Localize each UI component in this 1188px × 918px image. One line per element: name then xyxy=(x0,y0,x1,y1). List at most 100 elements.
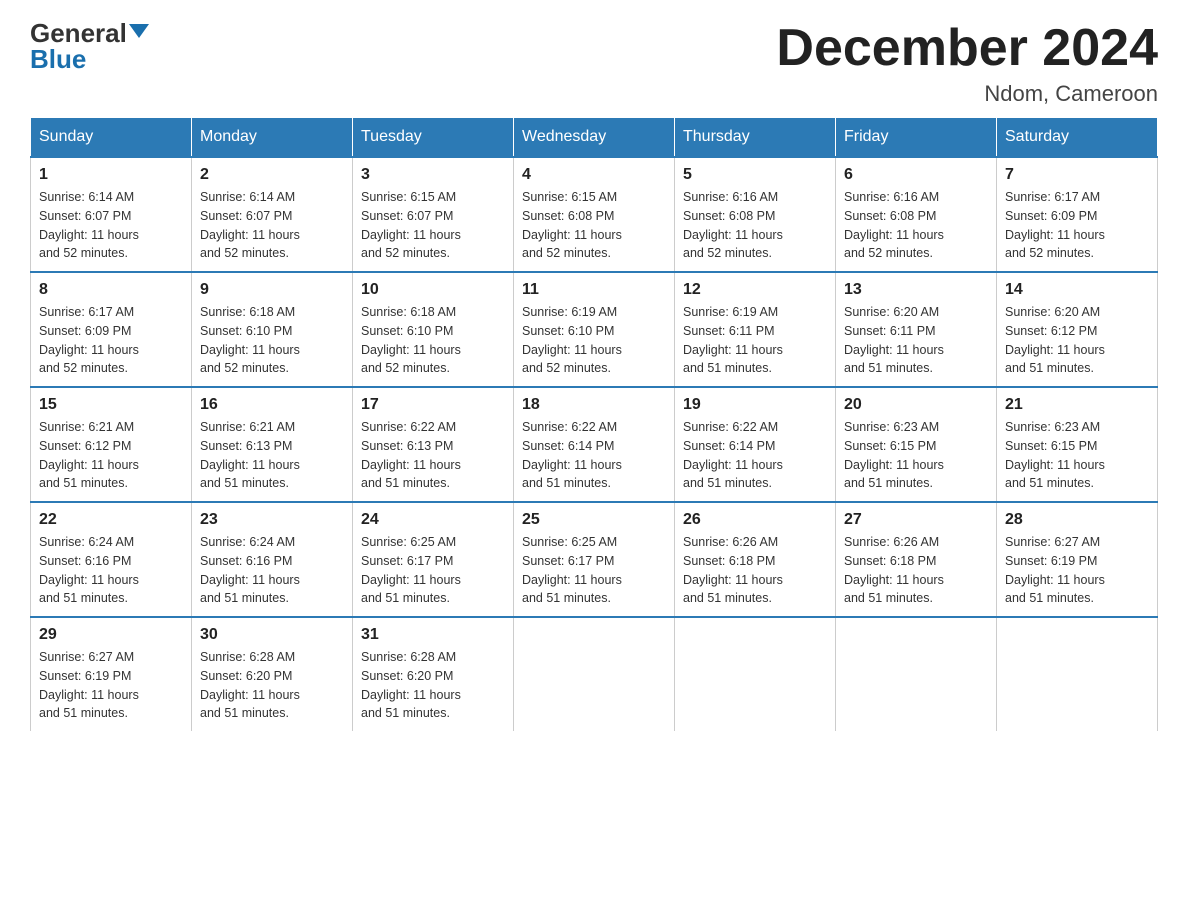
day-number: 12 xyxy=(683,281,827,299)
day-info: Sunrise: 6:19 AM Sunset: 6:11 PM Dayligh… xyxy=(683,303,827,378)
day-number: 9 xyxy=(200,281,344,299)
day-number: 25 xyxy=(522,511,666,529)
day-number: 1 xyxy=(39,166,183,184)
day-number: 13 xyxy=(844,281,988,299)
logo: General Blue xyxy=(30,20,149,73)
table-row: 8 Sunrise: 6:17 AM Sunset: 6:09 PM Daylig… xyxy=(31,272,192,387)
table-row: 21 Sunrise: 6:23 AM Sunset: 6:15 PM Dayli… xyxy=(997,387,1158,502)
day-number: 24 xyxy=(361,511,505,529)
day-info: Sunrise: 6:22 AM Sunset: 6:14 PM Dayligh… xyxy=(683,418,827,493)
table-row: 6 Sunrise: 6:16 AM Sunset: 6:08 PM Daylig… xyxy=(836,157,997,272)
day-number: 8 xyxy=(39,281,183,299)
day-info: Sunrise: 6:23 AM Sunset: 6:15 PM Dayligh… xyxy=(1005,418,1149,493)
calendar-week-row: 22 Sunrise: 6:24 AM Sunset: 6:16 PM Dayli… xyxy=(31,502,1158,617)
logo-triangle-icon xyxy=(129,24,149,38)
day-info: Sunrise: 6:18 AM Sunset: 6:10 PM Dayligh… xyxy=(200,303,344,378)
table-row: 7 Sunrise: 6:17 AM Sunset: 6:09 PM Daylig… xyxy=(997,157,1158,272)
table-row: 28Sunrise: 6:27 AM Sunset: 6:19 PM Dayli… xyxy=(997,502,1158,617)
day-info: Sunrise: 6:25 AM Sunset: 6:17 PM Dayligh… xyxy=(361,533,505,608)
table-row: 17Sunrise: 6:22 AM Sunset: 6:13 PM Dayli… xyxy=(353,387,514,502)
header-friday: Friday xyxy=(836,118,997,158)
day-number: 29 xyxy=(39,626,183,644)
header-monday: Monday xyxy=(192,118,353,158)
day-info: Sunrise: 6:24 AM Sunset: 6:16 PM Dayligh… xyxy=(39,533,183,608)
table-row: 24 Sunrise: 6:25 AM Sunset: 6:17 PM Dayli… xyxy=(353,502,514,617)
day-info: Sunrise: 6:17 AM Sunset: 6:09 PM Dayligh… xyxy=(1005,188,1149,263)
day-info: Sunrise: 6:14 AM Sunset: 6:07 PM Dayligh… xyxy=(39,188,183,263)
table-row: 25 Sunrise: 6:25 AM Sunset: 6:17 PM Dayli… xyxy=(514,502,675,617)
day-info: Sunrise: 6:28 AM Sunset: 6:20 PM Dayligh… xyxy=(200,648,344,723)
day-number: 30 xyxy=(200,626,344,644)
table-row: 3 Sunrise: 6:15 AM Sunset: 6:07 PM Daylig… xyxy=(353,157,514,272)
day-info: Sunrise: 6:21 AM Sunset: 6:13 PM Dayligh… xyxy=(200,418,344,493)
header-tuesday: Tuesday xyxy=(353,118,514,158)
table-row xyxy=(514,617,675,731)
header-saturday: Saturday xyxy=(997,118,1158,158)
table-row: 13 Sunrise: 6:20 AM Sunset: 6:11 PM Dayli… xyxy=(836,272,997,387)
day-number: 22 xyxy=(39,511,183,529)
day-info: Sunrise: 6:23 AM Sunset: 6:15 PM Dayligh… xyxy=(844,418,988,493)
day-number: 17 xyxy=(361,396,505,414)
table-row: 14 Sunrise: 6:20 AM Sunset: 6:12 PM Dayli… xyxy=(997,272,1158,387)
day-number: 31 xyxy=(361,626,505,644)
day-info: Sunrise: 6:26 AM Sunset: 6:18 PM Dayligh… xyxy=(844,533,988,608)
day-info: Sunrise: 6:20 AM Sunset: 6:11 PM Dayligh… xyxy=(844,303,988,378)
day-info: Sunrise: 6:26 AM Sunset: 6:18 PM Dayligh… xyxy=(683,533,827,608)
table-row: 26Sunrise: 6:26 AM Sunset: 6:18 PM Dayli… xyxy=(675,502,836,617)
day-info: Sunrise: 6:27 AM Sunset: 6:19 PM Dayligh… xyxy=(39,648,183,723)
table-row xyxy=(836,617,997,731)
table-row: 31 Sunrise: 6:28 AM Sunset: 6:20 PM Dayli… xyxy=(353,617,514,731)
table-row: 16 Sunrise: 6:21 AM Sunset: 6:13 PM Dayli… xyxy=(192,387,353,502)
day-number: 3 xyxy=(361,166,505,184)
location: Ndom, Cameroon xyxy=(776,81,1158,107)
calendar-table: Sunday Monday Tuesday Wednesday Thursday… xyxy=(30,117,1158,731)
day-info: Sunrise: 6:19 AM Sunset: 6:10 PM Dayligh… xyxy=(522,303,666,378)
table-row: 15Sunrise: 6:21 AM Sunset: 6:12 PM Dayli… xyxy=(31,387,192,502)
table-row: 22 Sunrise: 6:24 AM Sunset: 6:16 PM Dayli… xyxy=(31,502,192,617)
day-info: Sunrise: 6:24 AM Sunset: 6:16 PM Dayligh… xyxy=(200,533,344,608)
day-info: Sunrise: 6:27 AM Sunset: 6:19 PM Dayligh… xyxy=(1005,533,1149,608)
table-row: 29 Sunrise: 6:27 AM Sunset: 6:19 PM Dayli… xyxy=(31,617,192,731)
day-number: 23 xyxy=(200,511,344,529)
day-info: Sunrise: 6:16 AM Sunset: 6:08 PM Dayligh… xyxy=(844,188,988,263)
table-row: 10Sunrise: 6:18 AM Sunset: 6:10 PM Dayli… xyxy=(353,272,514,387)
day-number: 5 xyxy=(683,166,827,184)
table-row: 18 Sunrise: 6:22 AM Sunset: 6:14 PM Dayli… xyxy=(514,387,675,502)
header-thursday: Thursday xyxy=(675,118,836,158)
day-number: 15 xyxy=(39,396,183,414)
header-sunday: Sunday xyxy=(31,118,192,158)
calendar-week-row: 8 Sunrise: 6:17 AM Sunset: 6:09 PM Daylig… xyxy=(31,272,1158,387)
day-number: 7 xyxy=(1005,166,1149,184)
month-title: December 2024 xyxy=(776,20,1158,77)
day-number: 4 xyxy=(522,166,666,184)
day-number: 16 xyxy=(200,396,344,414)
day-info: Sunrise: 6:22 AM Sunset: 6:14 PM Dayligh… xyxy=(522,418,666,493)
day-info: Sunrise: 6:20 AM Sunset: 6:12 PM Dayligh… xyxy=(1005,303,1149,378)
day-number: 14 xyxy=(1005,281,1149,299)
day-number: 6 xyxy=(844,166,988,184)
day-info: Sunrise: 6:28 AM Sunset: 6:20 PM Dayligh… xyxy=(361,648,505,723)
day-number: 18 xyxy=(522,396,666,414)
table-row: 5Sunrise: 6:16 AM Sunset: 6:08 PM Daylig… xyxy=(675,157,836,272)
day-number: 21 xyxy=(1005,396,1149,414)
calendar-week-row: 1 Sunrise: 6:14 AM Sunset: 6:07 PM Daylig… xyxy=(31,157,1158,272)
day-info: Sunrise: 6:25 AM Sunset: 6:17 PM Dayligh… xyxy=(522,533,666,608)
day-info: Sunrise: 6:17 AM Sunset: 6:09 PM Dayligh… xyxy=(39,303,183,378)
day-number: 10 xyxy=(361,281,505,299)
table-row: 19 Sunrise: 6:22 AM Sunset: 6:14 PM Dayli… xyxy=(675,387,836,502)
day-number: 11 xyxy=(522,281,666,299)
day-number: 27 xyxy=(844,511,988,529)
day-info: Sunrise: 6:14 AM Sunset: 6:07 PM Dayligh… xyxy=(200,188,344,263)
logo-general: General xyxy=(30,20,127,46)
table-row: 27 Sunrise: 6:26 AM Sunset: 6:18 PM Dayli… xyxy=(836,502,997,617)
table-row: 12 Sunrise: 6:19 AM Sunset: 6:11 PM Dayli… xyxy=(675,272,836,387)
day-number: 19 xyxy=(683,396,827,414)
header-wednesday: Wednesday xyxy=(514,118,675,158)
weekday-header-row: Sunday Monday Tuesday Wednesday Thursday… xyxy=(31,118,1158,158)
table-row xyxy=(997,617,1158,731)
day-info: Sunrise: 6:15 AM Sunset: 6:07 PM Dayligh… xyxy=(361,188,505,263)
calendar-week-row: 15Sunrise: 6:21 AM Sunset: 6:12 PM Dayli… xyxy=(31,387,1158,502)
table-row: 9 Sunrise: 6:18 AM Sunset: 6:10 PM Daylig… xyxy=(192,272,353,387)
table-row xyxy=(675,617,836,731)
calendar-week-row: 29 Sunrise: 6:27 AM Sunset: 6:19 PM Dayli… xyxy=(31,617,1158,731)
